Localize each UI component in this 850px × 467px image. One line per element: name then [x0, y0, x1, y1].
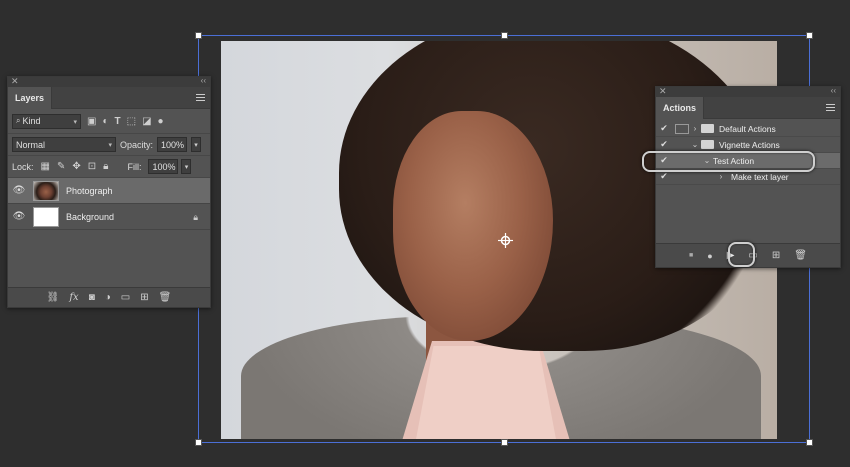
actions-panel: ✕ ‹‹ Actions ✔ › Default Actions ✔ ⌄ Vig…: [655, 86, 841, 268]
lock-icon: 🔒︎: [193, 212, 198, 222]
layer-name: Photograph: [66, 185, 113, 196]
close-icon[interactable]: ✕: [659, 86, 667, 97]
transform-handle-b[interactable]: [501, 439, 508, 446]
search-icon: ⌕: [16, 116, 21, 125]
check-icon[interactable]: ✔: [656, 123, 672, 134]
lock-all-icon[interactable]: 🔒︎: [103, 161, 108, 172]
action-set-default[interactable]: ✔ › Default Actions: [656, 121, 840, 137]
tab-actions[interactable]: Actions: [656, 97, 705, 119]
record-icon[interactable]: ●: [707, 251, 712, 261]
adjustment-icon[interactable]: ◑: [105, 292, 111, 303]
transform-handle-bl[interactable]: [195, 439, 202, 446]
collapse-icon[interactable]: ‹‹: [831, 86, 836, 95]
visibility-eye-icon[interactable]: 👁︎: [8, 185, 30, 196]
action-name: Default Actions: [719, 123, 776, 134]
chevron-down-icon: ▾: [108, 142, 112, 149]
layer-row-background[interactable]: 👁︎ Background 🔒︎: [8, 204, 210, 230]
check-icon[interactable]: ✔: [656, 139, 672, 150]
lock-row: Lock: ▦ ✎ ✥ ⊡ 🔒︎ Fill: 100% ▾: [8, 155, 210, 177]
chevron-down-icon[interactable]: ⌄: [689, 140, 701, 149]
layers-tabbar: Layers: [8, 87, 210, 109]
layer-filter-row: ⌕ Kind ▾ ▣ ◐ T ⬚ ◪ ●: [8, 109, 210, 133]
opacity-value: 100%: [161, 139, 185, 150]
link-icon[interactable]: ⛓︎: [47, 292, 60, 303]
layer-name: Background: [66, 211, 115, 222]
new-action-icon[interactable]: ⊞: [772, 250, 780, 261]
trash-icon[interactable]: 🗑︎: [159, 292, 172, 303]
opacity-input[interactable]: 100%: [157, 137, 188, 152]
layers-list: 👁︎ Photograph 👁︎ Background 🔒︎: [8, 177, 210, 230]
dialog-toggle-icon[interactable]: [675, 140, 689, 150]
chevron-right-icon[interactable]: ›: [715, 172, 727, 181]
fill-value: 100%: [152, 161, 176, 172]
highlight-ring-play-button: [728, 242, 755, 267]
smart-object-filter-icon[interactable]: ◪: [142, 116, 151, 127]
collapse-icon[interactable]: ‹‹: [201, 76, 206, 85]
layers-footer: ⛓︎ fx ◙ ◑ ▭ ⊞ 🗑︎: [8, 287, 210, 307]
actions-panel-topbar: ✕ ‹‹: [656, 86, 840, 97]
shape-filter-icon[interactable]: ⬚: [127, 116, 136, 127]
close-icon[interactable]: ✕: [11, 76, 19, 87]
lock-artboard-icon[interactable]: ⊡: [88, 161, 96, 172]
adjustment-filter-icon[interactable]: ◐: [102, 116, 108, 127]
layer-row-photograph[interactable]: 👁︎ Photograph: [8, 178, 210, 204]
lock-label: Lock:: [12, 161, 34, 172]
new-layer-icon[interactable]: ⊞: [140, 292, 148, 303]
lock-transparency-icon[interactable]: ▦: [41, 161, 50, 172]
lock-position-icon[interactable]: ✥: [72, 161, 80, 172]
blend-row: Normal ▾ Opacity: 100% ▾: [8, 133, 210, 155]
trash-icon[interactable]: 🗑︎: [794, 250, 807, 261]
dialog-toggle-icon[interactable]: [675, 123, 689, 134]
blend-mode-value: Normal: [16, 139, 46, 150]
check-icon[interactable]: ✔: [656, 171, 672, 182]
panel-menu-icon[interactable]: [826, 104, 835, 111]
chevron-down-icon[interactable]: ▾: [191, 137, 202, 152]
highlight-ring-test-action: [642, 151, 815, 172]
filter-kind-label: Kind: [22, 116, 41, 126]
pixel-filter-icon[interactable]: ▣: [87, 116, 96, 127]
folder-icon: [701, 140, 714, 149]
filter-toggle-icon[interactable]: ●: [158, 116, 164, 127]
opacity-label: Opacity:: [120, 139, 154, 150]
fill-input[interactable]: 100%: [148, 159, 179, 174]
blend-mode-select[interactable]: Normal ▾: [12, 137, 116, 152]
dialog-toggle-icon[interactable]: [675, 172, 689, 182]
crosshair-cursor-icon: [498, 233, 513, 248]
layers-panel: ✕ ‹‹ Layers ⌕ Kind ▾ ▣ ◐ T ⬚ ◪ ● Normal …: [7, 76, 211, 308]
fx-icon[interactable]: fx: [69, 292, 78, 303]
chevron-down-icon: ▾: [73, 118, 77, 126]
action-name: Vignette Actions: [719, 139, 780, 150]
visibility-eye-icon[interactable]: 👁︎: [8, 211, 30, 222]
transform-handle-tl[interactable]: [195, 32, 202, 39]
lock-pixels-icon[interactable]: ✎: [57, 161, 65, 172]
transform-handle-br[interactable]: [806, 439, 813, 446]
transform-handle-tr[interactable]: [806, 32, 813, 39]
panel-menu-icon[interactable]: [196, 94, 205, 101]
layer-thumbnail: [33, 180, 59, 201]
chevron-right-icon[interactable]: ›: [689, 124, 701, 133]
action-name: Make text layer: [731, 171, 789, 182]
tab-layers[interactable]: Layers: [8, 87, 53, 109]
mask-icon[interactable]: ◙: [89, 292, 95, 303]
layers-panel-topbar: ✕ ‹‹: [8, 76, 210, 87]
fill-label: Fill:: [127, 161, 142, 172]
chevron-down-icon[interactable]: ▾: [181, 159, 192, 174]
folder-icon: [701, 124, 714, 133]
layer-thumbnail: [33, 206, 59, 227]
type-filter-icon[interactable]: T: [115, 116, 121, 127]
folder-icon[interactable]: ▭: [121, 292, 130, 303]
transform-handle-t[interactable]: [501, 32, 508, 39]
filter-kind-select[interactable]: ⌕ Kind ▾: [12, 113, 81, 129]
stop-icon[interactable]: ■: [689, 252, 693, 259]
actions-tabbar: Actions: [656, 97, 840, 119]
